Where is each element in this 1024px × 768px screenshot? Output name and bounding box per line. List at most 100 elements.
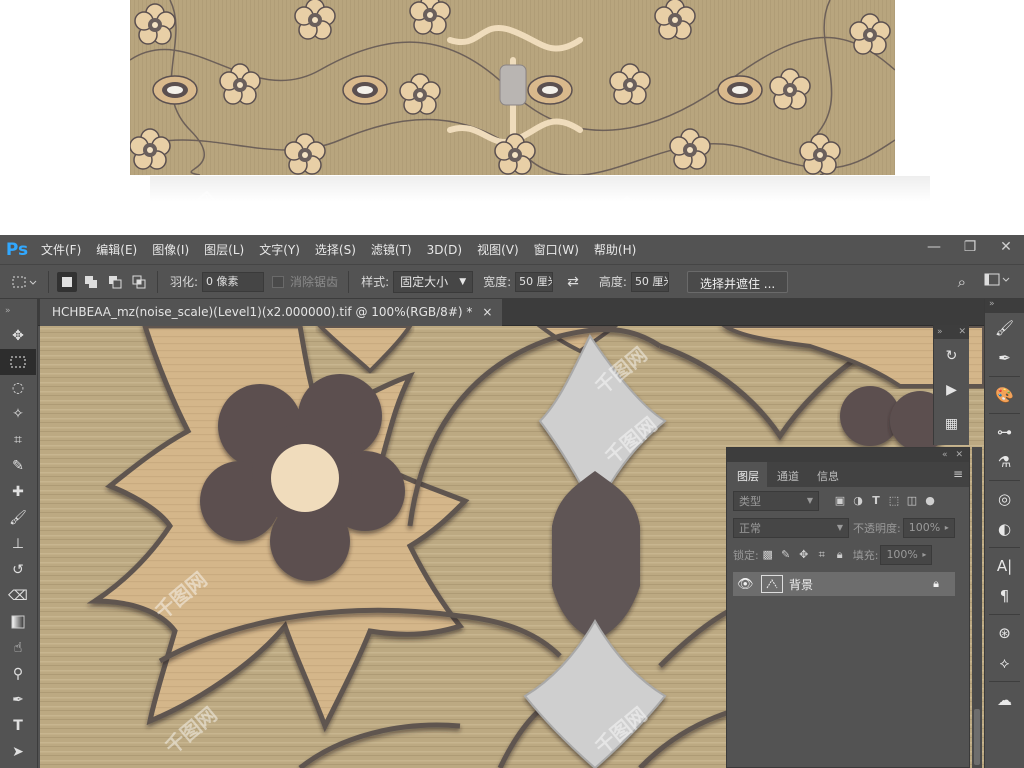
search-icon[interactable]: ⌕	[958, 273, 966, 291]
expand-icon[interactable]: »	[985, 299, 1024, 313]
channels-icon[interactable]: ⊛	[985, 618, 1024, 648]
menu-type[interactable]: 文字(Y)	[252, 241, 308, 258]
intersect-selection-icon[interactable]	[129, 272, 149, 292]
grid-icon[interactable]: ▦	[934, 407, 969, 441]
layer-row[interactable]: 👁︎ 背景 🔒︎	[733, 572, 955, 596]
collapse-icon[interactable]: «	[942, 450, 948, 460]
chevron-right-icon: ▸	[922, 550, 927, 559]
menu-help[interactable]: 帮助(H)	[587, 241, 644, 258]
minimize-button[interactable]: —	[916, 235, 952, 259]
menu-edit[interactable]: 编辑(E)	[89, 241, 145, 258]
brush-tool-icon[interactable]: 🖌	[0, 505, 36, 531]
filter-kind-select[interactable]: 类型 ▼	[733, 490, 819, 511]
select-and-mask-button[interactable]: 选择并遮住 ...	[686, 270, 789, 293]
adjustment-filter-icon[interactable]: ◑	[849, 492, 867, 510]
panel-menu-icon[interactable]: ≡	[953, 467, 963, 481]
toolbar-collapse-icon[interactable]: »	[0, 299, 37, 323]
style-select[interactable]: 固定大小 ▼	[393, 270, 474, 293]
feather-input[interactable]: 0 像素	[202, 271, 265, 292]
collapse-icon[interactable]: »	[937, 327, 943, 337]
lasso-tool-icon[interactable]: ◌	[0, 375, 36, 401]
eraser-tool-icon[interactable]: ⌫	[0, 583, 36, 609]
close-panel-icon[interactable]: ✕	[955, 450, 963, 460]
paragraph-icon[interactable]: ¶	[985, 581, 1024, 611]
lock-paint-icon[interactable]: ✎	[777, 546, 795, 564]
image-filter-icon[interactable]: ▣	[831, 492, 849, 510]
lock-position-icon[interactable]: ✥	[795, 546, 813, 564]
menu-view[interactable]: 视图(V)	[470, 241, 527, 258]
gradient-tool-icon[interactable]	[0, 609, 36, 635]
actions-play-icon[interactable]: ▶	[934, 373, 969, 407]
restore-button[interactable]: ❐	[952, 235, 988, 259]
tool-presets-icon[interactable]: 🖌	[985, 313, 1024, 343]
filter-toggle-icon[interactable]: ●	[921, 492, 939, 510]
magic-wand-tool-icon[interactable]: ✧	[0, 401, 36, 427]
height-input[interactable]: 50 厘米	[630, 271, 669, 292]
crop-tool-icon[interactable]: ⌗	[0, 427, 36, 453]
path-select-tool-icon[interactable]: ➤	[0, 739, 36, 765]
antialias-checkbox[interactable]	[272, 275, 285, 288]
menu-file[interactable]: 文件(F)	[34, 241, 89, 258]
close-tab-icon[interactable]: ×	[482, 305, 492, 326]
chevron-right-icon: ▸	[944, 523, 949, 532]
menu-layer[interactable]: 图层(L)	[197, 241, 252, 258]
add-selection-icon[interactable]	[81, 272, 101, 292]
healing-tool-icon[interactable]: ✚	[0, 479, 36, 505]
eyedropper-tool-icon[interactable]: ✎	[0, 453, 36, 479]
type-tool-icon[interactable]: T	[0, 713, 36, 739]
libraries-icon[interactable]: ☁	[985, 685, 1024, 715]
subtract-selection-icon[interactable]	[105, 272, 125, 292]
history-brush-icon[interactable]: ↺	[0, 557, 36, 583]
tab-layers[interactable]: 图层	[727, 462, 767, 487]
marquee-tool-icon[interactable]	[0, 349, 36, 375]
close-panel-icon[interactable]: ✕	[958, 327, 966, 337]
lock-all-icon[interactable]: 🔒︎	[831, 546, 849, 564]
pen-tool-icon[interactable]: ✒	[0, 687, 36, 713]
layers-scrollbar[interactable]	[972, 447, 982, 768]
paths-icon[interactable]: ⟡	[985, 648, 1024, 678]
tab-info[interactable]: 信息	[807, 462, 847, 487]
styles-icon[interactable]: ⚗	[985, 447, 1024, 477]
style-value: 固定大小	[400, 275, 449, 289]
document-tab[interactable]: HCHBEAA_mz(noise_scale)(Level1)(x2.00000…	[40, 299, 503, 326]
type-filter-icon[interactable]: T	[867, 492, 885, 510]
swatches-icon[interactable]: 🎨	[985, 380, 1024, 410]
menu-filter[interactable]: 滤镜(T)	[364, 241, 420, 258]
opacity-label: 不透明度:	[853, 521, 901, 535]
opacity-input[interactable]: 100% ▸	[902, 517, 955, 538]
properties-icon[interactable]: ◐	[985, 514, 1024, 544]
menu-bar: Ps 文件(F) 编辑(E) 图像(I) 图层(L) 文字(Y) 选择(S) 滤…	[0, 235, 1024, 264]
shape-filter-icon[interactable]: ⬚	[885, 492, 903, 510]
scroll-thumb[interactable]	[974, 709, 980, 765]
brush-presets-icon[interactable]: ✒	[985, 343, 1024, 373]
lock-transparent-icon[interactable]: ▩	[759, 546, 777, 564]
menu-3d[interactable]: 3D(D)	[420, 243, 470, 257]
move-tool-icon[interactable]: ✥	[0, 323, 36, 349]
feather-label: 羽化:	[170, 275, 199, 289]
menu-window[interactable]: 窗口(W)	[527, 241, 587, 258]
menu-select[interactable]: 选择(S)	[308, 241, 364, 258]
tab-channels[interactable]: 通道	[767, 462, 807, 487]
workspace-icon[interactable]	[984, 273, 1010, 290]
swap-icon[interactable]: ⇄	[567, 274, 579, 290]
adjustments-icon[interactable]: ⊶	[985, 417, 1024, 447]
character-icon[interactable]: A|	[985, 551, 1024, 581]
dodge-tool-icon[interactable]: ⚲	[0, 661, 36, 687]
stamp-tool-icon[interactable]: ⊥	[0, 531, 36, 557]
preview-shadow	[150, 176, 930, 202]
menu-image[interactable]: 图像(I)	[145, 241, 197, 258]
eye-icon[interactable]: 👁︎	[737, 577, 761, 592]
fill-input[interactable]: 100% ▸	[880, 544, 933, 565]
blend-mode-select[interactable]: 正常 ▼	[733, 517, 849, 538]
smart-object-filter-icon[interactable]: ◫	[903, 492, 921, 510]
close-button[interactable]: ✕	[988, 235, 1024, 259]
smudge-tool-icon[interactable]: ☝	[0, 635, 36, 661]
height-label: 高度:	[598, 275, 627, 289]
lock-artboard-icon[interactable]: ⌗	[813, 546, 831, 564]
color-icon[interactable]: ◎	[985, 484, 1024, 514]
marquee-preset-icon[interactable]	[10, 272, 40, 292]
history-icon[interactable]: ↻	[934, 339, 969, 373]
width-input[interactable]: 50 厘米	[515, 271, 554, 292]
new-selection-icon[interactable]	[57, 271, 77, 292]
layer-filter-row: 类型 ▼ ▣ ◑ T ⬚ ◫ ●	[727, 487, 969, 514]
